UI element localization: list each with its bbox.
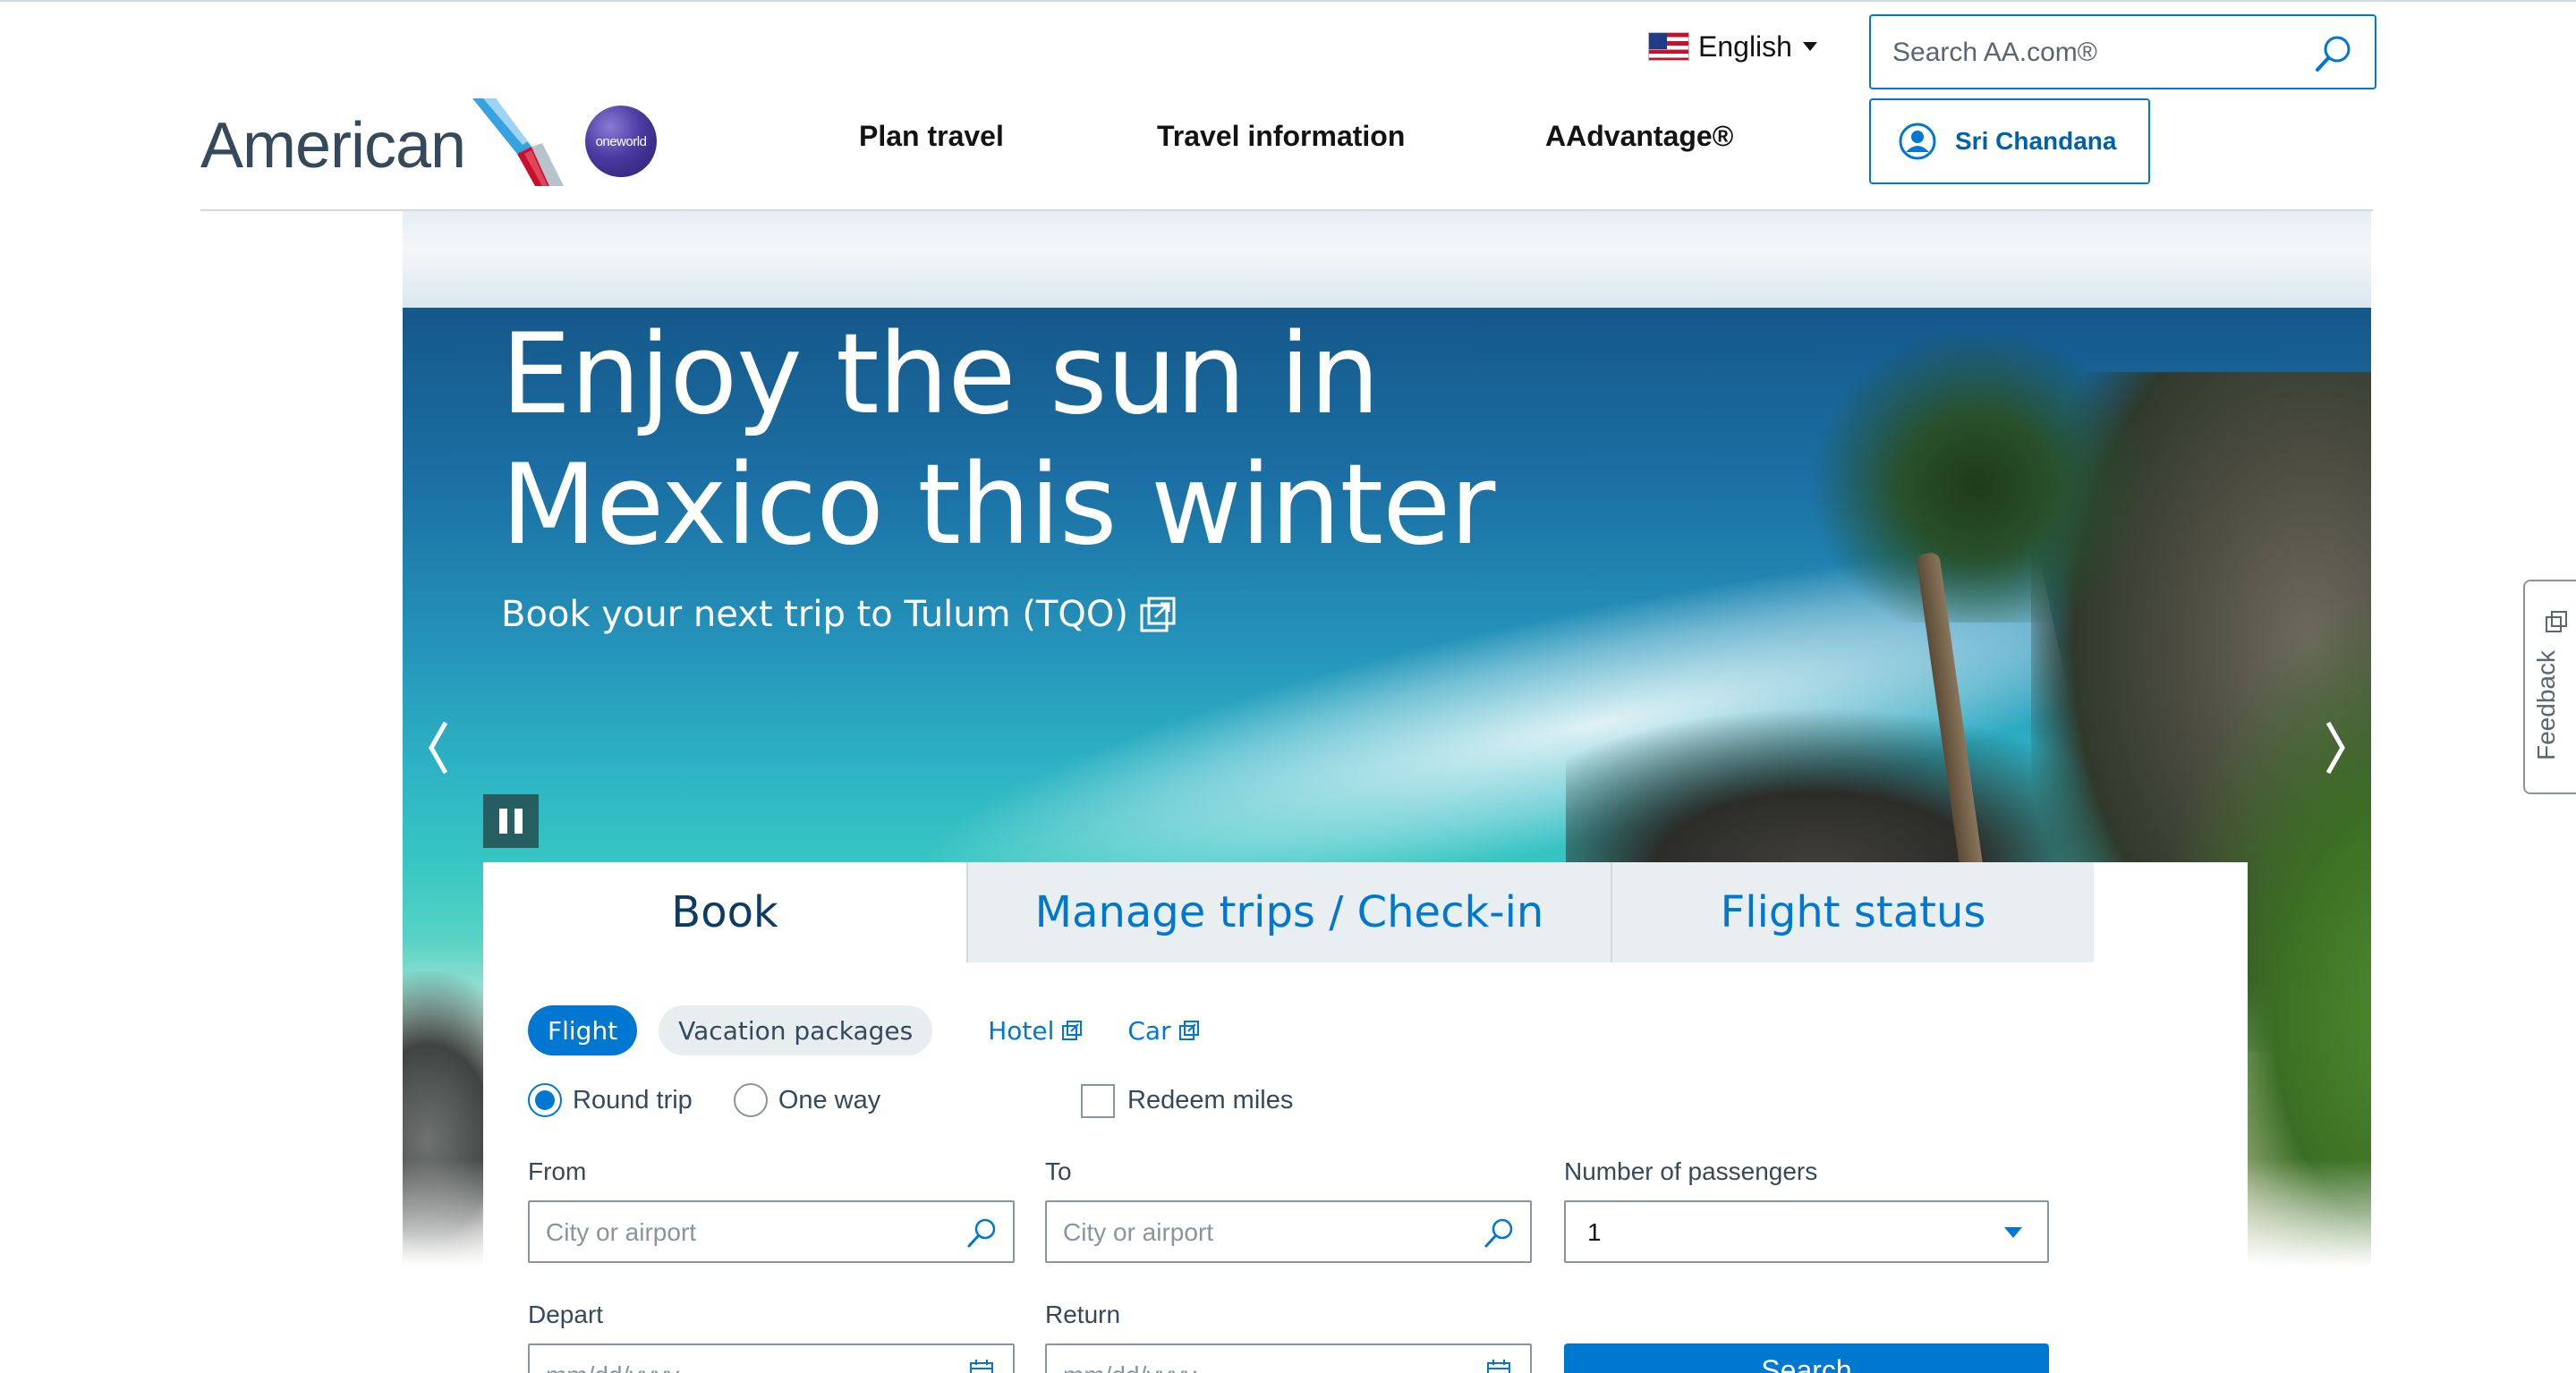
external-link-icon bbox=[1140, 597, 1176, 632]
booking-widget: Book Manage trips / Check-in Flight stat… bbox=[483, 862, 2248, 1373]
user-icon bbox=[1899, 123, 1936, 160]
chevron-down-icon bbox=[2004, 1227, 2022, 1238]
oneworld-logo: oneworld bbox=[585, 106, 657, 177]
language-label: English bbox=[1698, 30, 1792, 63]
nav-plan-travel[interactable]: Plan travel bbox=[859, 120, 1004, 153]
tab-book[interactable]: Book bbox=[483, 862, 966, 962]
flight-symbol-icon bbox=[472, 98, 564, 186]
return-label: Return bbox=[1045, 1301, 1121, 1328]
site-search-input[interactable] bbox=[1892, 34, 2313, 72]
feedback-label: Feedback bbox=[2532, 650, 2560, 760]
booking-type-selector: Flight Vacation packages Hotel Car bbox=[528, 1005, 1200, 1055]
search-icon[interactable] bbox=[1482, 1216, 1516, 1250]
passengers-label: Number of passengers bbox=[1564, 1157, 1818, 1185]
external-link-icon bbox=[1062, 1021, 1083, 1040]
carousel-prev-icon[interactable] bbox=[421, 712, 456, 784]
to-field bbox=[1045, 1200, 1532, 1263]
one-way-radio[interactable] bbox=[733, 1083, 768, 1117]
nav-aadvantage[interactable]: AAdvantage® bbox=[1545, 120, 1733, 153]
hero-headline: Enjoy the sun in Mexico this winter bbox=[501, 310, 1495, 570]
american-airlines-logo[interactable]: American oneworld bbox=[200, 89, 666, 188]
account-button[interactable]: Sri Chandana bbox=[1869, 98, 2150, 184]
redeem-miles-checkbox[interactable] bbox=[1081, 1084, 1115, 1118]
return-input[interactable] bbox=[1063, 1360, 1439, 1373]
round-trip-label[interactable]: Round trip bbox=[573, 1086, 693, 1115]
car-link[interactable]: Car bbox=[1127, 1016, 1199, 1046]
logo-wordmark: American bbox=[200, 110, 466, 182]
carousel-pause-button[interactable] bbox=[483, 794, 539, 848]
from-label: From bbox=[528, 1157, 587, 1185]
pause-icon bbox=[499, 809, 507, 834]
external-link-icon bbox=[2546, 611, 2567, 632]
us-flag-icon bbox=[1648, 32, 1689, 61]
tab-flight-status[interactable]: Flight status bbox=[1611, 862, 2094, 962]
tab-manage-trips[interactable]: Manage trips / Check-in bbox=[966, 862, 1611, 962]
search-flights-button[interactable]: Search bbox=[1564, 1343, 2049, 1373]
search-icon[interactable] bbox=[2312, 32, 2355, 75]
passengers-select[interactable]: 1 bbox=[1564, 1200, 2049, 1263]
depart-label: Depart bbox=[528, 1301, 604, 1328]
to-input[interactable] bbox=[1063, 1216, 1439, 1249]
booking-tabs: Book Manage trips / Check-in Flight stat… bbox=[483, 862, 2094, 962]
site-search bbox=[1869, 14, 2376, 89]
from-input[interactable] bbox=[546, 1216, 922, 1249]
nav-travel-information[interactable]: Travel information bbox=[1157, 120, 1405, 153]
from-field bbox=[528, 1200, 1015, 1263]
hero-cta-link[interactable]: Book your next trip to Tulum (TQO) bbox=[501, 594, 1177, 635]
oneworld-text: oneworld bbox=[595, 134, 647, 149]
return-field bbox=[1045, 1343, 1532, 1373]
trip-type: Round trip One way bbox=[528, 1081, 880, 1120]
hero-sky bbox=[403, 211, 2371, 309]
chevron-down-icon bbox=[1802, 42, 1817, 51]
hotel-link[interactable]: Hotel bbox=[988, 1016, 1083, 1046]
round-trip-radio[interactable] bbox=[528, 1083, 562, 1117]
one-way-label[interactable]: One way bbox=[778, 1086, 880, 1115]
depart-field bbox=[528, 1343, 1015, 1373]
language-selector[interactable]: English bbox=[1648, 27, 1817, 66]
to-label: To bbox=[1045, 1157, 1072, 1185]
calendar-icon[interactable] bbox=[1485, 1358, 1512, 1373]
chip-flight[interactable]: Flight bbox=[528, 1005, 638, 1055]
top-border bbox=[0, 0, 2576, 2]
hero-cta-text: Book your next trip to Tulum (TQO) bbox=[501, 594, 1128, 635]
palm-tree-crown bbox=[1798, 318, 2156, 623]
passengers-value: 1 bbox=[1587, 1218, 1602, 1246]
search-icon[interactable] bbox=[965, 1216, 999, 1250]
chip-vacation-packages[interactable]: Vacation packages bbox=[659, 1005, 933, 1055]
depart-input[interactable] bbox=[546, 1360, 922, 1373]
car-link-text: Car bbox=[1127, 1015, 1171, 1046]
redeem-miles-label[interactable]: Redeem miles bbox=[1127, 1086, 1293, 1115]
account-name: Sri Chandana bbox=[1955, 127, 2117, 155]
hotel-link-text: Hotel bbox=[988, 1015, 1055, 1046]
carousel-next-icon[interactable] bbox=[2317, 712, 2353, 784]
feedback-tab[interactable]: Feedback bbox=[2523, 580, 2576, 794]
external-link-icon bbox=[1178, 1021, 1199, 1040]
calendar-icon[interactable] bbox=[968, 1358, 995, 1373]
